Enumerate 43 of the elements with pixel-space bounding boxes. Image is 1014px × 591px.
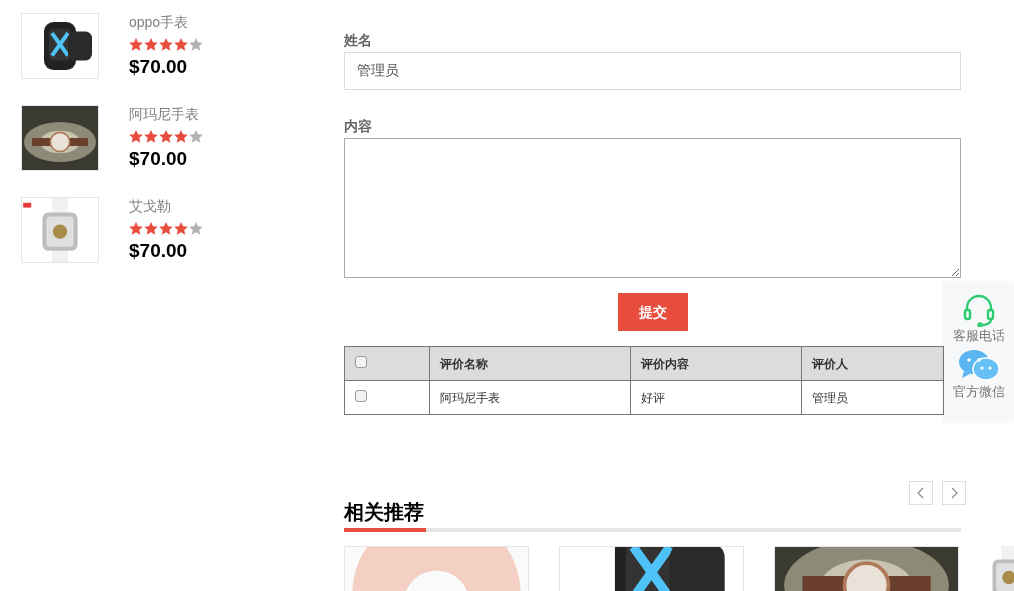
star-icon bbox=[129, 222, 143, 235]
column-header: 评价内容 bbox=[630, 346, 802, 381]
column-header: 评价名称 bbox=[429, 346, 631, 381]
widget-label[interactable]: 客服电话 bbox=[953, 327, 1005, 345]
product-name[interactable]: oppo手表 bbox=[129, 13, 203, 31]
previous-button[interactable] bbox=[909, 481, 933, 505]
star-icon bbox=[174, 130, 188, 143]
star-icon bbox=[159, 38, 173, 51]
next-button[interactable] bbox=[942, 481, 966, 505]
widget-label[interactable]: 官方微信 bbox=[953, 383, 1005, 401]
chevron-right-icon bbox=[950, 487, 958, 499]
star-icon bbox=[159, 130, 173, 143]
field-label: 姓名 bbox=[344, 31, 373, 49]
checkbox[interactable] bbox=[355, 355, 367, 368]
product-name[interactable]: 阿玛尼手表 bbox=[129, 105, 203, 123]
star-icon bbox=[189, 130, 203, 143]
chat-icon bbox=[958, 349, 1000, 383]
star-icon bbox=[189, 38, 203, 51]
star-icon bbox=[159, 222, 173, 235]
column-header: 评价人 bbox=[801, 346, 944, 381]
star-icon bbox=[174, 38, 188, 51]
field-label: 内容 bbox=[344, 117, 373, 135]
star-icon bbox=[144, 130, 158, 143]
product-price: $70.00 bbox=[129, 147, 189, 171]
content-field[interactable] bbox=[344, 138, 961, 278]
headset-icon bbox=[962, 293, 996, 327]
star-icon bbox=[129, 38, 143, 51]
table-cell: 阿玛尼手表 bbox=[429, 380, 631, 415]
star-icon bbox=[189, 222, 203, 235]
star-icon bbox=[129, 130, 143, 143]
chevron-left-icon bbox=[917, 487, 925, 499]
submit-button[interactable]: 提交 bbox=[617, 293, 688, 331]
product-price: $70.00 bbox=[129, 55, 189, 79]
table-cell: 好评 bbox=[630, 380, 802, 415]
star-icon bbox=[144, 38, 158, 51]
checkbox[interactable] bbox=[355, 389, 367, 402]
product-price: $70.00 bbox=[129, 239, 189, 263]
star-icon bbox=[174, 222, 188, 235]
section-title: 相关推荐 bbox=[344, 500, 424, 525]
star-icon bbox=[144, 222, 158, 235]
name-field[interactable]: 管理员 bbox=[344, 52, 961, 90]
product-name[interactable]: 艾戈勒 bbox=[129, 197, 203, 215]
table-cell: 管理员 bbox=[801, 380, 944, 415]
